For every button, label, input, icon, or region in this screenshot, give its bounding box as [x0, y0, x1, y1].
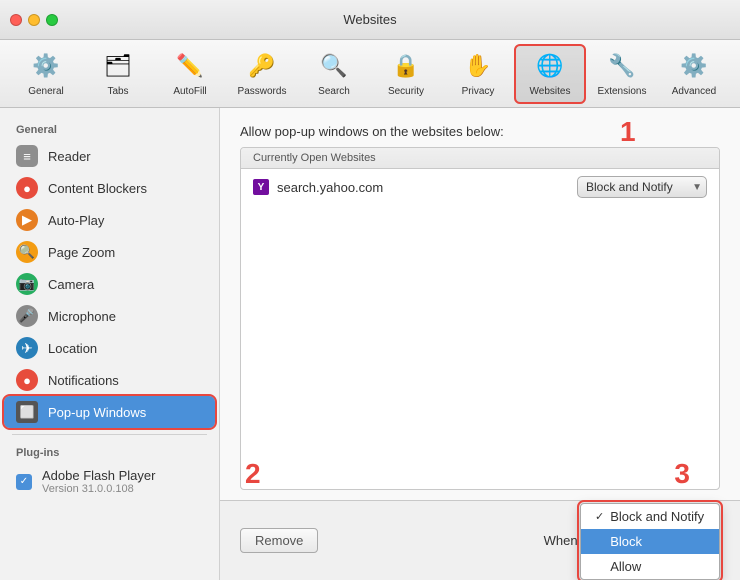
- plugin-version: Version 31.0.0.108: [42, 483, 155, 495]
- plugin-checkbox-flash[interactable]: ✓: [16, 474, 32, 490]
- toolbar-tabs-label: Tabs: [107, 86, 128, 98]
- reader-icon: ≡: [16, 145, 38, 167]
- toolbar-autofill[interactable]: ✏️ AutoFill: [154, 44, 226, 104]
- dropdown-label-block-notify: Block and Notify: [610, 509, 704, 524]
- sidebar-item-popup-windows[interactable]: ⬜ Pop-up Windows: [4, 396, 215, 428]
- bottom-bar: Remove When visiting other websites: ✓ B…: [220, 500, 740, 580]
- sidebar-group-general: General: [0, 118, 219, 140]
- toolbar-security[interactable]: 🔒 Security: [370, 44, 442, 104]
- advanced-icon: ⚙️: [678, 50, 710, 82]
- content-blockers-icon: ●: [16, 177, 38, 199]
- sidebar-item-content-blockers[interactable]: ● Content Blockers: [4, 172, 215, 204]
- sidebar-item-location[interactable]: ✈ Location: [4, 332, 215, 364]
- toolbar-extensions-label: Extensions: [598, 86, 647, 98]
- autofill-icon: ✏️: [174, 50, 206, 82]
- traffic-lights: [10, 14, 58, 26]
- notifications-icon: ●: [16, 369, 38, 391]
- dropdown-label-allow: Allow: [610, 559, 641, 574]
- toolbar-websites-label: Websites: [530, 86, 571, 98]
- toolbar-general-label: General: [28, 86, 64, 98]
- sidebar-label-camera: Camera: [48, 277, 94, 292]
- sidebar-item-camera[interactable]: 📷 Camera: [4, 268, 215, 300]
- sidebar-divider: [12, 434, 207, 435]
- toolbar-security-label: Security: [388, 86, 424, 98]
- search-icon: 🔍: [318, 50, 350, 82]
- websites-table: Currently Open Websites Y search.yahoo.c…: [240, 147, 720, 490]
- main-content: General ≡ Reader ● Content Blockers ▶ Au…: [0, 108, 740, 580]
- sidebar-item-page-zoom[interactable]: 🔍 Page Zoom: [4, 236, 215, 268]
- dropdown-label-block: Block: [610, 534, 642, 549]
- sidebar-item-notifications[interactable]: ● Notifications: [4, 364, 215, 396]
- sidebar: General ≡ Reader ● Content Blockers ▶ Au…: [0, 108, 220, 580]
- tabs-icon: 🗂: [102, 50, 134, 82]
- yahoo-icon: Y: [253, 179, 269, 195]
- privacy-icon: ✋: [462, 50, 494, 82]
- passwords-icon: 🔑: [246, 50, 278, 82]
- toolbar-websites[interactable]: 🌐 Websites: [514, 44, 586, 104]
- toolbar-search[interactable]: 🔍 Search: [298, 44, 370, 104]
- remove-button[interactable]: Remove: [240, 528, 318, 553]
- table-row: Y search.yahoo.com Block and Notify Bloc…: [241, 169, 719, 205]
- sidebar-label-location: Location: [48, 341, 97, 356]
- extensions-icon: 🔧: [606, 50, 638, 82]
- sidebar-plugins-label: Plug-ins: [0, 441, 219, 463]
- toolbar-advanced-label: Advanced: [672, 86, 716, 98]
- toolbar-general[interactable]: ⚙️ General: [10, 44, 82, 104]
- toolbar-extensions[interactable]: 🔧 Extensions: [586, 44, 658, 104]
- plugin-item-flash: ✓ Adobe Flash Player Version 31.0.0.108: [4, 463, 215, 500]
- table-header: Currently Open Websites: [241, 148, 719, 169]
- close-button[interactable]: [10, 14, 22, 26]
- security-icon: 🔒: [390, 50, 422, 82]
- header-text: Allow pop-up windows on the websites bel…: [240, 124, 504, 139]
- check-icon: ✓: [595, 510, 604, 523]
- website-url: search.yahoo.com: [277, 180, 569, 195]
- title-bar: Websites: [0, 0, 740, 40]
- toolbar-advanced[interactable]: ⚙️ Advanced: [658, 44, 730, 104]
- setting-select[interactable]: Block and Notify Block Allow: [577, 176, 707, 198]
- auto-play-icon: ▶: [16, 209, 38, 231]
- sidebar-label-microphone: Microphone: [48, 309, 116, 324]
- sidebar-label-popup-windows: Pop-up Windows: [48, 405, 146, 420]
- plugin-name: Adobe Flash Player: [42, 468, 155, 483]
- sidebar-label-content-blockers: Content Blockers: [48, 181, 147, 196]
- general-icon: ⚙️: [30, 50, 62, 82]
- popup-windows-icon: ⬜: [16, 401, 38, 423]
- dropdown-popup: ✓ Block and Notify ✓ Block ✓ Allow: [580, 503, 720, 580]
- toolbar-privacy[interactable]: ✋ Privacy: [442, 44, 514, 104]
- setting-select-wrapper: Block and Notify Block Allow ▼: [577, 176, 707, 198]
- page-zoom-icon: 🔍: [16, 241, 38, 263]
- toolbar-passwords[interactable]: 🔑 Passwords: [226, 44, 298, 104]
- toolbar-passwords-label: Passwords: [238, 86, 287, 98]
- toolbar-tabs[interactable]: 🗂 Tabs: [82, 44, 154, 104]
- dropdown-option-block[interactable]: ✓ Block: [581, 529, 719, 554]
- toolbar-autofill-label: AutoFill: [173, 86, 206, 98]
- maximize-button[interactable]: [46, 14, 58, 26]
- plugin-info: Adobe Flash Player Version 31.0.0.108: [42, 468, 155, 495]
- toolbar-search-label: Search: [318, 86, 350, 98]
- microphone-icon: 🎤: [16, 305, 38, 327]
- location-icon: ✈: [16, 337, 38, 359]
- sidebar-item-microphone[interactable]: 🎤 Microphone: [4, 300, 215, 332]
- toolbar-privacy-label: Privacy: [462, 86, 495, 98]
- sidebar-label-reader: Reader: [48, 149, 91, 164]
- window-title: Websites: [343, 12, 396, 27]
- camera-icon: 📷: [16, 273, 38, 295]
- sidebar-label-page-zoom: Page Zoom: [48, 245, 115, 260]
- sidebar-label-auto-play: Auto-Play: [48, 213, 104, 228]
- sidebar-item-reader[interactable]: ≡ Reader: [4, 140, 215, 172]
- panel-header: Allow pop-up windows on the websites bel…: [220, 108, 740, 147]
- dropdown-option-allow[interactable]: ✓ Allow: [581, 554, 719, 579]
- websites-icon: 🌐: [534, 50, 566, 82]
- minimize-button[interactable]: [28, 14, 40, 26]
- right-panel: Allow pop-up windows on the websites bel…: [220, 108, 740, 580]
- dropdown-option-block-notify[interactable]: ✓ Block and Notify: [581, 504, 719, 529]
- sidebar-label-notifications: Notifications: [48, 373, 119, 388]
- toolbar: ⚙️ General 🗂 Tabs ✏️ AutoFill 🔑 Password…: [0, 40, 740, 108]
- sidebar-item-auto-play[interactable]: ▶ Auto-Play: [4, 204, 215, 236]
